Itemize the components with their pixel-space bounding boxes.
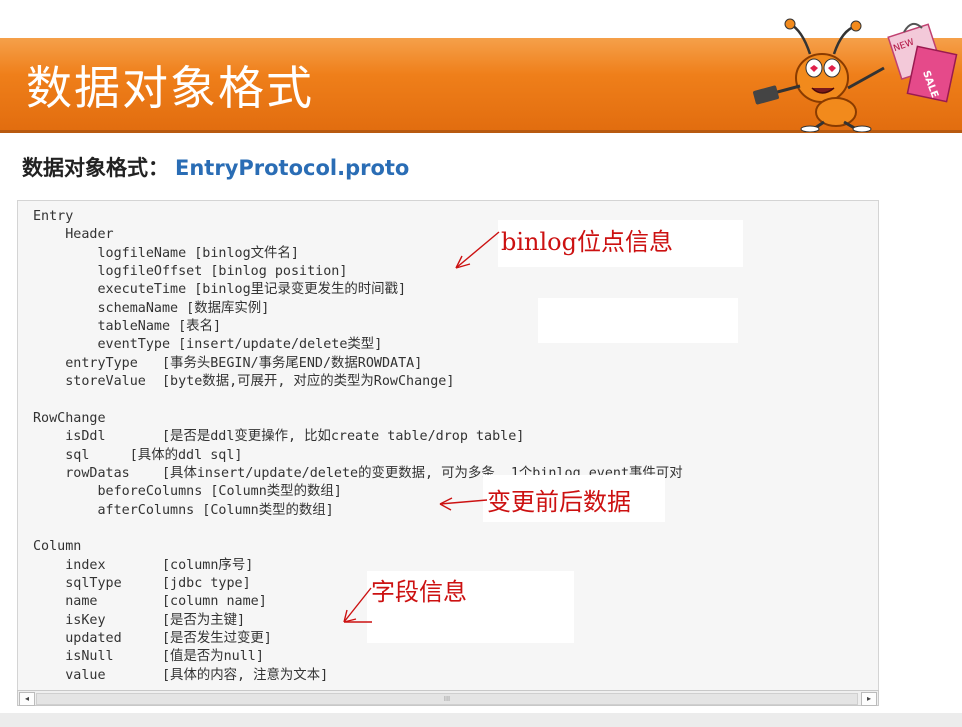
code-line: logfileOffset [binlog position] xyxy=(33,264,348,280)
code-line: sql [具体的ddl sql] xyxy=(33,447,243,463)
ant-icon xyxy=(753,18,885,132)
code-line: beforeColumns [Column类型的数组] xyxy=(33,484,342,500)
code-line: Entry xyxy=(33,209,74,224)
code-line: sqlType [jdbc type] xyxy=(33,576,251,591)
subtitle-label: 数据对象格式： xyxy=(22,156,169,180)
code-line: schemaName [数据库实例] xyxy=(33,300,270,316)
code-line: updated [是否发生过变更] xyxy=(33,631,272,647)
code-line: eventType [insert/update/delete类型] xyxy=(33,337,383,353)
shopping-bags-icon: NEW SALE xyxy=(887,22,958,103)
code-line: value [具体的内容, 注意为文本] xyxy=(33,667,329,683)
code-line: storeValue [byte数据,可展开, 对应的类型为RowChange] xyxy=(33,374,455,390)
code-line: tableName [表名] xyxy=(33,319,222,335)
code-line: index [column序号] xyxy=(33,557,254,573)
slide-title: 数据对象格式 xyxy=(26,61,314,115)
annotation-background-2 xyxy=(538,298,738,343)
code-line: Column xyxy=(33,539,82,555)
scroll-right-button[interactable]: ▸ xyxy=(861,692,877,706)
code-line: logfileName [binlog文件名] xyxy=(33,245,299,261)
annotation-field-info: 字段信息 xyxy=(371,578,467,606)
horizontal-scrollbar[interactable]: ◂ III ▸ xyxy=(17,690,879,706)
code-line: isNull [值是否为null] xyxy=(33,649,264,665)
code-line: afterColumns [Column类型的数组] xyxy=(33,502,334,518)
scroll-thumb[interactable]: III xyxy=(36,693,858,705)
subtitle: 数据对象格式： EntryProtocol.proto xyxy=(22,152,409,182)
annotation-binlog-position: binlog位点信息 xyxy=(501,228,673,256)
ant-mascot-logo: NEW SALE xyxy=(753,18,958,132)
bottom-bar xyxy=(0,713,962,727)
annotation-before-after: 变更前后数据 xyxy=(487,488,631,516)
code-line: isKey [是否为主键] xyxy=(33,612,246,628)
scroll-left-button[interactable]: ◂ xyxy=(19,692,35,706)
code-line: name [column name] xyxy=(33,594,267,610)
code-line: Header xyxy=(33,227,114,243)
code-line: entryType [事务头BEGIN/事务尾END/数据ROWDATA] xyxy=(33,355,423,371)
proto-file-name: EntryProtocol.proto xyxy=(175,156,410,180)
code-line: executeTime [binlog里记录变更发生的时间戳] xyxy=(33,282,407,298)
code-line: isDdl [是否是ddl变更操作, 比如create table/drop t… xyxy=(33,429,525,445)
code-line: RowChange xyxy=(33,410,106,426)
